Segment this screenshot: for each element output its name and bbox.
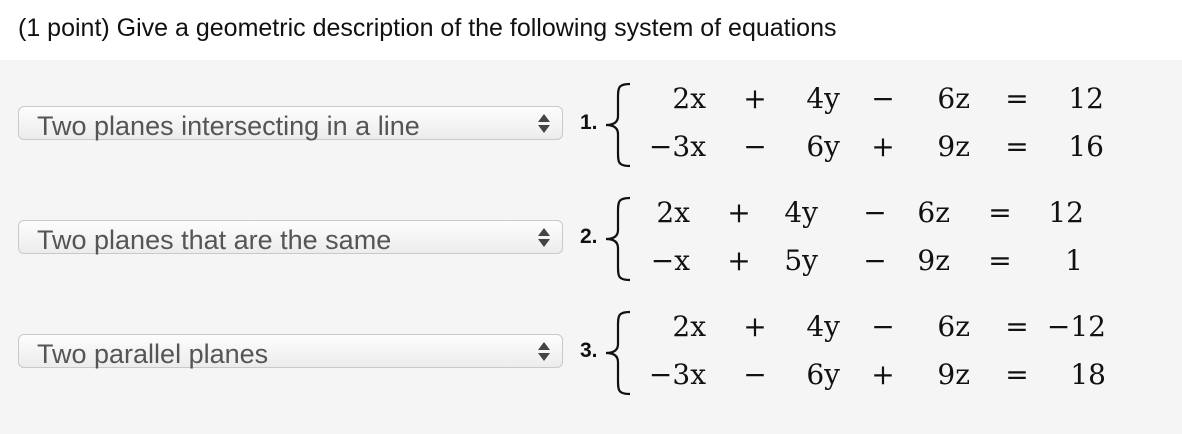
equation-line: 2x + 4y − 6z = −12 (640, 310, 1120, 350)
term-z: 6z (917, 196, 950, 229)
left-curly-brace-icon (605, 82, 631, 168)
operator: − (863, 196, 887, 229)
rhs-value: 1 (1065, 244, 1083, 277)
rhs-value: 12 (1068, 82, 1104, 115)
equation-line: −3x − 6y + 9z = 18 (640, 358, 1120, 398)
equals-sign: = (1005, 130, 1029, 163)
operator: + (871, 130, 895, 163)
term-x: 2x (672, 82, 706, 115)
operator: + (743, 82, 767, 115)
rhs-value: 12 (1048, 196, 1084, 229)
term-z: 9z (937, 358, 970, 391)
operator: − (871, 82, 895, 115)
term-z: 9z (937, 130, 970, 163)
term-y: 5y (784, 244, 818, 277)
question-header: (1 point) Give a geometric description o… (0, 0, 1182, 60)
term-x: 2x (672, 310, 706, 343)
left-curly-brace-icon (605, 196, 631, 282)
equation-line: −3x − 6y + 9z = 16 (640, 130, 1110, 170)
term-z: 9z (917, 244, 950, 277)
term-x: 2x (656, 196, 690, 229)
problem-number: 1. (580, 111, 598, 134)
answer-select-2[interactable]: Two planes that are the same (18, 220, 563, 255)
rhs-value: −12 (1046, 310, 1106, 343)
problem-number: 3. (580, 339, 598, 362)
operator: + (727, 244, 751, 277)
problem-number: 2. (580, 225, 598, 248)
problem-3: Two parallel planes 3. 2x + 4y − 6z = −1… (0, 298, 1182, 408)
operator: − (743, 130, 767, 163)
problem-2: Two planes that are the same 2. 2x + 4y … (0, 184, 1182, 294)
equals-sign: = (988, 244, 1012, 277)
answer-select-3[interactable]: Two parallel planes (18, 334, 563, 369)
problem-1: Two planes intersecting in a line 1. 2x … (0, 70, 1182, 180)
term-x: −3x (648, 358, 706, 391)
term-y: 6y (806, 130, 840, 163)
term-y: 6y (806, 358, 840, 391)
term-y: 4y (806, 82, 840, 115)
operator: − (743, 358, 767, 391)
answer-select-value: Two planes intersecting in a line (37, 111, 420, 141)
equals-sign: = (988, 196, 1012, 229)
up-down-arrows-icon (538, 228, 550, 248)
term-y: 4y (806, 310, 840, 343)
answer-select-value: Two parallel planes (37, 339, 269, 369)
operator: + (743, 310, 767, 343)
answer-select-1[interactable]: Two planes intersecting in a line (18, 106, 563, 141)
equation-line: −x + 5y − 9z = 1 (640, 244, 1110, 284)
up-down-arrows-icon (538, 342, 550, 362)
equals-sign: = (1005, 358, 1029, 391)
left-curly-brace-icon (605, 310, 631, 396)
operator: + (727, 196, 751, 229)
operator: − (871, 310, 895, 343)
equals-sign: = (1005, 310, 1029, 343)
term-x: −3x (648, 130, 706, 163)
equals-sign: = (1005, 82, 1029, 115)
term-z: 6z (937, 82, 970, 115)
term-y: 4y (784, 196, 818, 229)
rhs-value: 16 (1068, 130, 1104, 163)
equation-line: 2x + 4y − 6z = 12 (640, 82, 1110, 122)
up-down-arrows-icon (538, 114, 550, 134)
operator: − (863, 244, 887, 277)
answer-select-value: Two planes that are the same (37, 225, 392, 255)
rhs-value: 18 (1070, 358, 1106, 391)
term-x: −x (650, 244, 690, 277)
operator: + (871, 358, 895, 391)
term-z: 6z (937, 310, 970, 343)
equation-line: 2x + 4y − 6z = 12 (640, 196, 1110, 236)
question-title: (1 point) Give a geometric description o… (18, 14, 837, 42)
